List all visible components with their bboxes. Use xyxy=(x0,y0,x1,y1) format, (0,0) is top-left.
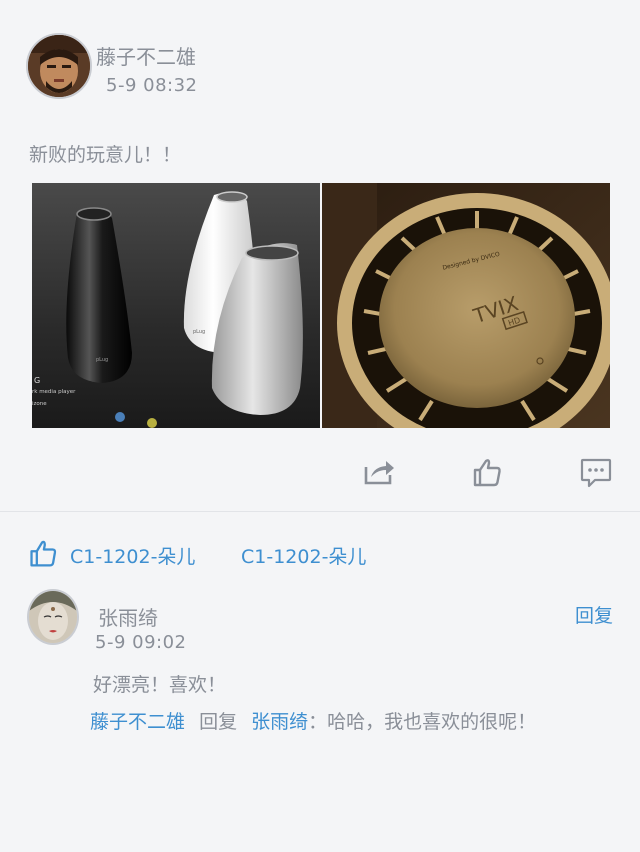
tvix-product-image: Designed by DVICO TVIX HD xyxy=(322,183,610,428)
comment-text: 好漂亮！喜欢！ xyxy=(93,674,227,696)
image-caption-media-player: rk media player xyxy=(32,389,76,395)
thumbs-up-icon xyxy=(30,540,57,567)
reply-button[interactable]: 回复 xyxy=(575,601,613,628)
post-actions xyxy=(0,455,640,495)
comment-button[interactable] xyxy=(579,455,613,489)
commenter-avatar-image xyxy=(29,591,77,643)
reply-from-user[interactable]: 藤子不二雄 xyxy=(90,711,185,733)
author-name[interactable]: 藤子不二雄 xyxy=(96,41,196,70)
liker-name[interactable]: C1-1202-朵儿 xyxy=(241,542,366,569)
image-caption-zone: izone xyxy=(32,401,47,407)
comment-item: 张雨绮 5-9 09:02 回复 好漂亮！喜欢！ 藤子不二雄 回复 张雨绮：哈哈… xyxy=(27,589,617,739)
liker-name[interactable]: C1-1202-朵儿 xyxy=(70,542,195,569)
post-time: 5-9 08:32 xyxy=(106,75,198,96)
thumbs-up-icon xyxy=(473,459,501,487)
post-header: 藤子不二雄 5-9 08:32 xyxy=(26,33,626,101)
reply-to-user[interactable]: 张雨绮 xyxy=(251,711,308,733)
comment-time: 5-9 09:02 xyxy=(95,632,187,653)
post-photo-1[interactable]: pLug pLug G rk media player izone xyxy=(32,183,320,428)
speaker-product-image: pLug pLug G rk media player izone xyxy=(32,183,320,428)
speaker-logo-text-1: pLug xyxy=(96,357,108,363)
post-photos: pLug pLug G rk media player izone Design… xyxy=(32,183,610,428)
image-caption-g: G xyxy=(34,376,40,385)
divider xyxy=(0,511,640,512)
like-button[interactable] xyxy=(470,455,504,489)
post-text: 新败的玩意儿！！ xyxy=(29,144,182,166)
commenter-avatar[interactable] xyxy=(27,589,79,645)
author-avatar[interactable] xyxy=(26,33,92,99)
share-icon xyxy=(364,461,394,485)
reply-item: 藤子不二雄 回复 张雨绮：哈哈，我也喜欢的很呢！ xyxy=(90,707,536,734)
comment-bubble-icon xyxy=(580,458,612,488)
speaker-logo-text-2: pLug xyxy=(193,329,205,335)
reply-verb: 回复 xyxy=(199,711,238,733)
author-avatar-image xyxy=(28,35,90,97)
post-photo-2[interactable]: Designed by DVICO TVIX HD xyxy=(322,183,610,428)
reply-text: ：哈哈，我也喜欢的很呢！ xyxy=(308,711,537,733)
commenter-name[interactable]: 张雨绮 xyxy=(98,602,158,631)
share-button[interactable] xyxy=(362,455,396,489)
